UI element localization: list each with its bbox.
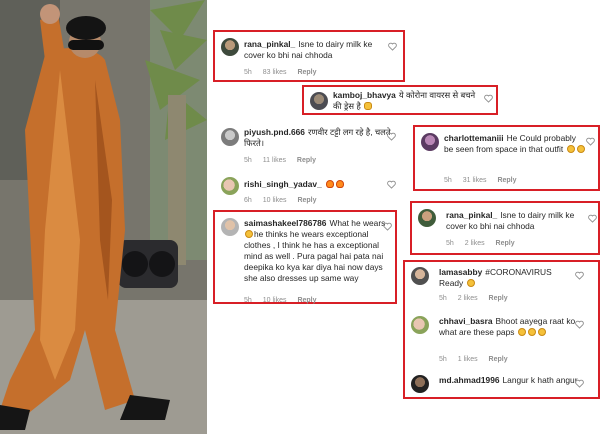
comment-meta: 5h 2 likes Reply [439,295,517,302]
comment-body: What he wears [329,218,386,228]
comment-likes[interactable]: 31 likes [463,177,487,184]
comment-time: 5h [244,69,252,76]
comment-meta: 5h 1 likes Reply [439,356,517,363]
comment-username[interactable]: rishi_singh_yadav_ [244,179,322,189]
comment-text: chhavi_basra Bhoot aayega raat ko what ar… [439,316,579,338]
comment-time: 5h [444,177,452,184]
reply-button[interactable]: Reply [297,157,316,164]
smiling-face-icon [566,145,575,153]
man-in-shiny-copper-suit-photo [0,0,207,434]
comment-time: 5h [244,297,252,304]
comment: piyush.pnd.666 रणवीर टट्टी लग रहे है, चलत… [215,124,405,168]
comment-text: rana_pinkal_ Isne to dairy milk ke cover … [446,210,586,232]
avatar[interactable] [221,38,239,56]
comment-text: piyush.pnd.666 रणवीर टट्टी लग रहे है, चलत… [244,127,394,149]
comment-likes[interactable]: 10 likes [263,297,287,304]
comment-username[interactable]: kamboj_bhavya [333,90,396,100]
comment-username[interactable]: lamasabby [439,267,482,277]
comment-time: 6h [244,197,252,204]
comment-username[interactable]: chhavi_basra [439,316,493,326]
avatar[interactable] [411,267,429,285]
avatar[interactable] [221,177,239,195]
comment-text: kamboj_bhavya ये कोरोना वायरस से बचने की … [333,90,483,112]
comment-meta: 5h 11 likes Reply [244,157,325,164]
comment-username[interactable]: saimashakeel786786 [244,218,326,228]
comment-body-continued: Ready [439,278,464,288]
heart-icon[interactable] [586,137,595,146]
comment-body: Langur k hath angur [502,375,578,385]
heart-icon[interactable] [484,94,493,103]
reply-button[interactable]: Reply [297,297,316,304]
comment-time: 5h [244,157,252,164]
comment-username[interactable]: md.ahmad1996 [439,375,500,385]
reply-button[interactable]: Reply [489,295,508,302]
fire-icon [325,180,334,188]
avatar[interactable] [411,375,429,393]
comment-meta: 5h 10 likes Reply [244,297,326,304]
laughing-face-icon [245,230,253,238]
comment-likes[interactable]: 2 likes [465,240,485,247]
comment-text: charlottemaniii He Could probably be seen… [444,133,586,155]
comment-text: rana_pinkal_ Isne to dairy milk ke cover … [244,39,394,61]
comment-text: md.ahmad1996 Langur k hath angur [439,375,579,386]
fire-icon [335,180,344,188]
avatar[interactable] [411,316,429,334]
highlighted-comment-card: saimashakeel786786 What he wearshe thinks… [213,210,397,304]
comment-text: rishi_singh_yadav_ [244,179,394,190]
comment-username[interactable]: rana_pinkal_ [244,39,295,49]
comment-username[interactable]: charlottemaniii [444,133,504,143]
comment-body: #CORONAVIRUS [485,267,552,277]
laughing-face-icon [517,328,526,336]
comment-meta: 5h 31 likes Reply [444,177,526,184]
comment-body-continued: he thinks he wears exceptional clothes ,… [244,229,384,283]
reply-button[interactable]: Reply [297,69,316,76]
comment-time: 5h [439,295,447,302]
reply-button[interactable]: Reply [497,177,516,184]
smiling-face-icon [576,145,585,153]
highlighted-comment-card: kamboj_bhavya ये कोरोना वायरस से बचने की … [302,85,498,115]
comment-likes[interactable]: 1 likes [458,356,478,363]
highlighted-comment-card: rana_pinkal_ Isne to dairy milk ke cover … [213,30,405,82]
comment-username[interactable]: rana_pinkal_ [446,210,497,220]
reply-button[interactable]: Reply [496,240,515,247]
comment-likes[interactable]: 10 likes [263,197,287,204]
avatar[interactable] [310,92,328,110]
comment-likes[interactable]: 11 likes [263,157,286,164]
comment-username[interactable]: piyush.pnd.666 [244,127,305,137]
heart-icon[interactable] [388,42,397,51]
avatar[interactable] [418,209,436,227]
highlighted-comment-card: lamasabby #CORONAVIRUS Ready 5h 2 likes R… [403,260,600,399]
reply-button[interactable]: Reply [297,197,316,204]
highlighted-comment-card: rana_pinkal_ Isne to dairy milk ke cover … [410,201,600,255]
heart-icon[interactable] [387,180,396,189]
comment-time: 5h [446,240,454,247]
comment-time: 5h [439,356,447,363]
comment-likes[interactable]: 83 likes [263,69,287,76]
heart-icon[interactable] [575,271,584,280]
heart-icon[interactable] [588,214,597,223]
thumbs-up-icon [364,102,373,110]
highlighted-comment-card: charlottemaniii He Could probably be seen… [413,125,600,191]
avatar[interactable] [221,218,239,236]
heart-icon[interactable] [575,320,584,329]
avatar[interactable] [421,133,439,151]
comment-meta: 5h 2 likes Reply [446,240,524,247]
heart-icon[interactable] [383,222,392,231]
comment-text: saimashakeel786786 What he wearshe thinks… [244,218,390,284]
avatar[interactable] [221,128,239,146]
comment-meta: 6h 10 likes Reply [244,197,326,204]
heart-icon[interactable] [575,379,584,388]
laughing-face-icon [537,328,546,336]
comment-text: lamasabby #CORONAVIRUS Ready [439,267,579,289]
smiling-face-icon [466,279,475,287]
comment-meta: 5h 83 likes Reply [244,69,326,76]
comment: rishi_singh_yadav_ 6h 10 likes Reply [215,174,405,208]
reply-button[interactable]: Reply [489,356,508,363]
laughing-face-icon [527,328,536,336]
comment-likes[interactable]: 2 likes [458,295,478,302]
heart-icon[interactable] [387,132,396,141]
